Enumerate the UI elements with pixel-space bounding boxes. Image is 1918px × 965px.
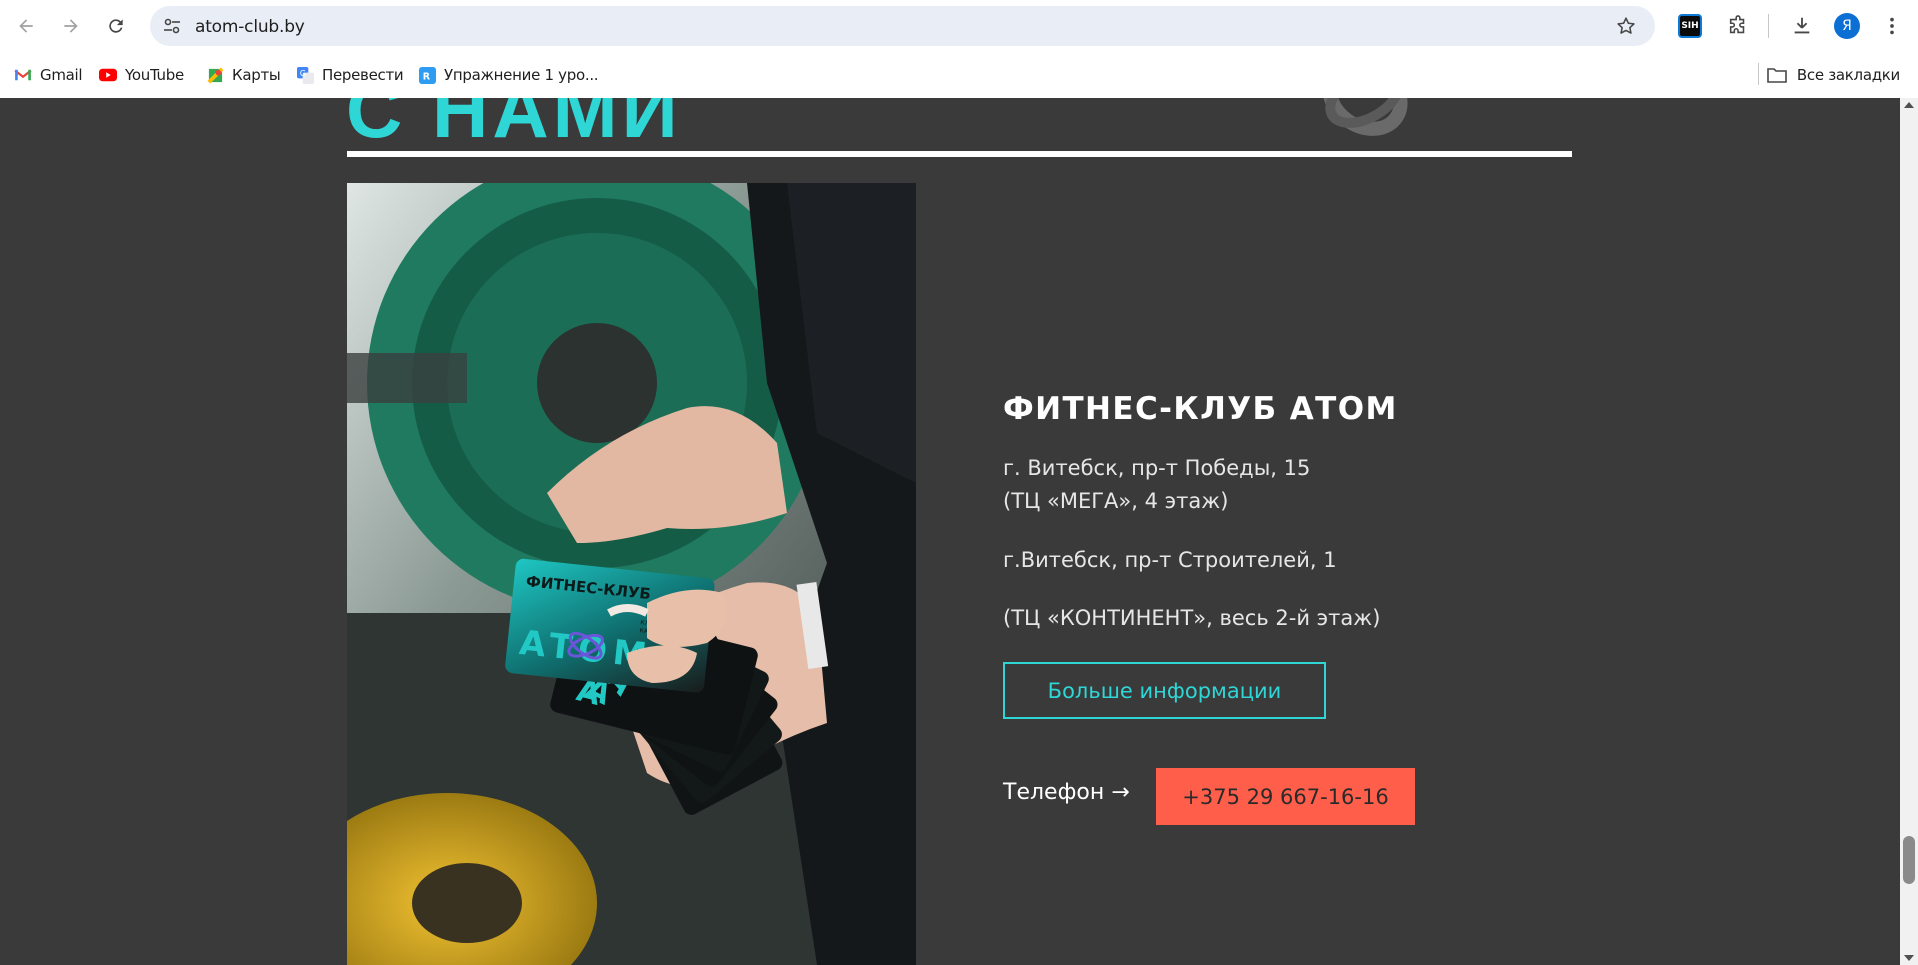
reload-button[interactable] bbox=[102, 12, 130, 40]
reload-icon bbox=[109, 19, 123, 33]
back-arrow-icon bbox=[19, 19, 33, 33]
sih-extension-icon[interactable]: SIH bbox=[1678, 14, 1702, 38]
back-button[interactable] bbox=[12, 12, 40, 40]
photo-illustration: A A A ФИТНЕС-КЛУБ КЛУБНАЯ КАРТА ATOM bbox=[347, 183, 916, 965]
all-bookmarks-label: Все закладки bbox=[1796, 66, 1900, 84]
puzzle-icon bbox=[1729, 15, 1745, 34]
svg-text:R: R bbox=[422, 71, 430, 82]
kebab-menu-icon bbox=[1890, 17, 1894, 35]
bookmark-gmail[interactable]: Gmail bbox=[14, 63, 83, 87]
url-text[interactable]: atom-club.by bbox=[195, 17, 305, 37]
bookmark-label: Карты bbox=[232, 66, 281, 84]
youtube-icon bbox=[99, 66, 117, 84]
decorative-logo-fragment bbox=[1322, 98, 1408, 136]
scroll-up-arrow-icon[interactable] bbox=[1904, 102, 1914, 108]
downloads-button[interactable] bbox=[1790, 14, 1814, 38]
scroll-down-arrow-icon[interactable] bbox=[1904, 955, 1914, 961]
bookmark-star-icon[interactable] bbox=[1615, 15, 1637, 37]
address-2-line-1: г.Витебск, пр-т Строителей, 1 bbox=[1003, 548, 1337, 572]
bookmark-label: Упражнение 1 уро... bbox=[444, 66, 599, 84]
site-settings-icon[interactable] bbox=[162, 16, 182, 36]
bookmark-translate[interactable]: G Перевести bbox=[296, 63, 404, 87]
forward-arrow-icon bbox=[64, 19, 78, 33]
download-icon bbox=[1794, 17, 1810, 34]
address-2-line-2: (ТЦ «КОНТИНЕНТ», весь 2-й этаж) bbox=[1003, 606, 1381, 630]
exercise-icon: R bbox=[418, 66, 436, 84]
browser-toolbar: atom-club.by SIH Я bbox=[0, 0, 1918, 52]
club-title: ФИТНЕС-КЛУБ АТОМ bbox=[1003, 391, 1398, 427]
bookmark-label: Gmail bbox=[40, 66, 83, 84]
page-viewport: С НАМИ A A ФИТНЕС-КЛУБ ATOM ФИТНЕС-КЛУБ … bbox=[0, 98, 1918, 965]
bookmark-exercise[interactable]: R Упражнение 1 уро... bbox=[418, 63, 599, 87]
address-1-line-2: (ТЦ «МЕГА», 4 этаж) bbox=[1003, 489, 1229, 513]
phone-number-button[interactable]: +375 29 667-16-16 bbox=[1156, 768, 1415, 825]
menu-button[interactable] bbox=[1880, 14, 1904, 38]
maps-icon bbox=[206, 66, 224, 84]
section-divider bbox=[347, 151, 1572, 157]
forward-button[interactable] bbox=[57, 12, 85, 40]
scrollbar-thumb[interactable] bbox=[1903, 836, 1915, 884]
gmail-icon bbox=[14, 66, 32, 84]
address-bar[interactable]: atom-club.by bbox=[150, 6, 1655, 46]
bookmark-label: Перевести bbox=[322, 66, 404, 84]
more-info-button[interactable]: Больше информации bbox=[1003, 662, 1326, 719]
bookmark-youtube[interactable]: YouTube bbox=[99, 63, 184, 87]
extensions-button[interactable] bbox=[1726, 14, 1750, 38]
phone-label: Телефон → bbox=[1003, 780, 1130, 805]
page-scrollbar[interactable] bbox=[1900, 98, 1918, 965]
bookmarks-bar: Gmail YouTube Карты G Перевести R Упражн… bbox=[0, 52, 1918, 98]
profile-avatar[interactable]: Я bbox=[1834, 13, 1860, 39]
bookmark-maps[interactable]: Карты bbox=[206, 63, 281, 87]
bookmarks-separator bbox=[1758, 63, 1759, 85]
svg-text:G: G bbox=[299, 68, 305, 77]
folder-icon bbox=[1767, 68, 1787, 83]
club-cards-photo: A A A ФИТНЕС-КЛУБ КЛУБНАЯ КАРТА ATOM bbox=[347, 183, 916, 965]
toolbar-separator bbox=[1768, 14, 1769, 38]
bookmark-label: YouTube bbox=[125, 66, 184, 84]
translate-icon: G bbox=[296, 66, 314, 84]
all-bookmarks-button[interactable]: Все закладки bbox=[1767, 63, 1900, 87]
address-1-line-1: г. Витебск, пр-т Победы, 15 bbox=[1003, 456, 1311, 480]
section-heading: С НАМИ bbox=[346, 98, 682, 154]
